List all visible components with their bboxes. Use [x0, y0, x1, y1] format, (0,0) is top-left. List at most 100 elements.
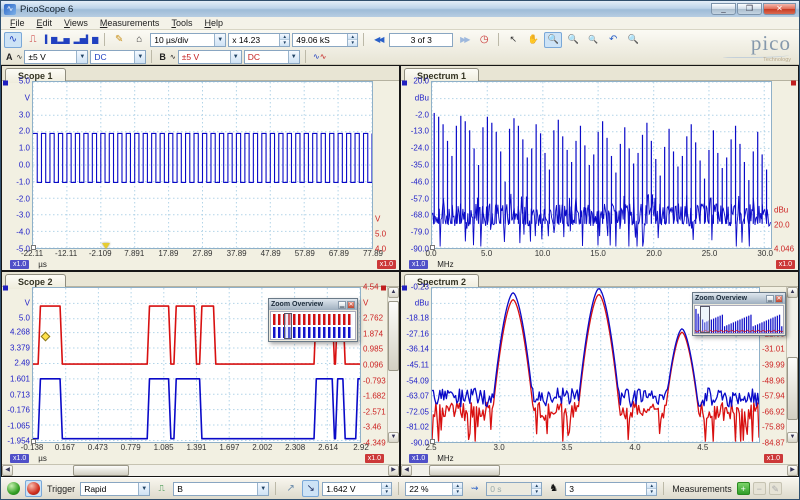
post-trigger-button[interactable]: ⇝: [466, 480, 483, 497]
home-button[interactable]: ⌂: [130, 32, 148, 48]
spinner-arrows[interactable]: ▲▼: [279, 34, 289, 46]
xy-view-button[interactable]: ▂▅▍▆: [73, 32, 100, 48]
trigger-level-spinner[interactable]: 1.642 V ▲▼: [322, 482, 392, 496]
scroll-left-icon[interactable]: ◀: [2, 465, 13, 476]
scrollbar-thumb[interactable]: [787, 357, 798, 419]
zoom-full-button[interactable]: 🔍: [624, 32, 642, 48]
next-buffer-button[interactable]: ▶▶: [455, 32, 473, 48]
scope1-right-axis[interactable]: V5.04.0: [373, 81, 399, 249]
zoom-in-tool-button[interactable]: 🔍: [544, 32, 562, 48]
trigger-source-select[interactable]: B ▼: [173, 482, 269, 496]
start-button[interactable]: [5, 480, 22, 497]
undo-zoom-button[interactable]: ↶: [604, 32, 622, 48]
delay-spinner[interactable]: 0 s ▲▼: [486, 482, 542, 496]
spectrum2-vertical-scrollbar[interactable]: ▲ ▼: [786, 287, 798, 443]
scrollbar-thumb[interactable]: [388, 301, 399, 371]
scroll-right-icon[interactable]: ▶: [787, 465, 798, 476]
stop-button[interactable]: [25, 480, 42, 497]
scope2-vertical-scrollbar[interactable]: ▲ ▼: [387, 287, 399, 443]
maximize-button[interactable]: ❐: [737, 3, 762, 15]
axis-handle[interactable]: [430, 245, 435, 250]
scope1-plot[interactable]: [32, 81, 373, 249]
scrollbar-thumb[interactable]: [429, 465, 500, 476]
rising-edge-button[interactable]: ↗: [282, 480, 299, 497]
zoom-overview-window[interactable]: Zoom Overview ▁ ✕: [268, 298, 358, 342]
spectrum-view-button[interactable]: ▍▆▂▅: [44, 32, 71, 48]
rapid-capture-button[interactable]: ♞: [545, 480, 562, 497]
spectrum2-horizontal-scrollbar[interactable]: ◀ ▶: [401, 464, 798, 476]
zoom-overview-body[interactable]: [270, 311, 356, 340]
spinner-arrows[interactable]: ▲▼: [347, 34, 357, 46]
zoom-selection[interactable]: [284, 313, 292, 339]
pre-trigger-spinner[interactable]: 22 % ▲▼: [405, 482, 463, 496]
scrollbar-thumb[interactable]: [73, 465, 129, 476]
spectrum1-right-axis[interactable]: dBu20.04.046: [772, 81, 798, 249]
edit-measurement-button[interactable]: −: [753, 482, 766, 495]
scroll-down-icon[interactable]: ▼: [388, 432, 399, 443]
falling-edge-button[interactable]: ↘: [302, 480, 319, 497]
zoom-selection[interactable]: [700, 306, 710, 333]
spinner-arrows[interactable]: ▲▼: [646, 483, 656, 495]
scroll-left-icon[interactable]: ◀: [401, 465, 412, 476]
buffer-position-field[interactable]: 3 of 3: [389, 33, 453, 47]
toolbar-area: ∿ ⎍ ▍▆▂▅ ▂▅▍▆ ✎ ⌂ 10 µs/div ▼ x 14.23 ▲▼…: [1, 30, 799, 65]
rapid-count-spinner[interactable]: 3 ▲▼: [565, 482, 657, 496]
awg-button[interactable]: ∿∿: [311, 50, 329, 63]
add-measurement-button[interactable]: +: [737, 482, 750, 495]
marquee-zoom-button[interactable]: 🔍: [584, 32, 602, 48]
axis-handle[interactable]: [31, 439, 36, 444]
spectrum1-left-axis[interactable]: 20.0dBu-2.0-13.0-24.0-35.0-46.0-57.0-68.…: [401, 81, 431, 249]
menu-measurements[interactable]: Measurements: [95, 18, 165, 28]
spectrum2-left-axis[interactable]: -0.23dBu-18.18-27.16-36.14-45.11-54.09-6…: [401, 287, 431, 443]
scope2-right-axis[interactable]: 4.54V2.7621.8740.9850.096-0.793-1.682-2.…: [361, 287, 387, 443]
channel-b-range-select[interactable]: ±5 V ▼: [178, 50, 242, 64]
scroll-right-icon[interactable]: ▶: [388, 465, 399, 476]
spinner-arrows[interactable]: ▲▼: [452, 483, 462, 495]
trigger-mode-select[interactable]: Rapid ▼: [80, 482, 150, 496]
spectrum1-plot[interactable]: [431, 81, 772, 249]
channel-a-coupling-select[interactable]: DC ▼: [90, 50, 146, 64]
scope2-horizontal-scrollbar[interactable]: ◀ ▶: [2, 464, 399, 476]
menu-edit[interactable]: Edit: [32, 18, 58, 28]
close-icon[interactable]: ✕: [347, 301, 355, 309]
zoom-overview-titlebar[interactable]: Zoom Overview ▁ ✕: [693, 293, 785, 304]
persistence-view-button[interactable]: ⎍: [24, 32, 42, 48]
pointer-tool-button[interactable]: ↖: [504, 32, 522, 48]
channel-a-range-select[interactable]: ±5 V ▼: [24, 50, 88, 64]
minimize-button[interactable]: _: [711, 3, 736, 15]
menu-tools[interactable]: Tools: [166, 18, 197, 28]
spinner-arrows[interactable]: ▲▼: [381, 483, 391, 495]
scope2-x-axis: -0.1380.1670.4730.7791.0851.3911.6972.00…: [32, 443, 361, 453]
scope1-left-axis[interactable]: 5.0V3.02.01.00.0-1.0-2.0-3.0-4.0-5.0: [2, 81, 32, 249]
scroll-up-icon[interactable]: ▲: [787, 287, 798, 298]
close-button[interactable]: ✕: [763, 3, 796, 15]
zoom-out-tool-button[interactable]: 🔍: [564, 32, 582, 48]
minimize-icon[interactable]: ▁: [766, 295, 774, 303]
axis-handle[interactable]: [31, 245, 36, 250]
scope-view-button[interactable]: ∿: [4, 32, 22, 48]
channel-b-coupling-select[interactable]: DC ▼: [244, 50, 300, 64]
menu-file[interactable]: File: [5, 18, 30, 28]
buffer-navigator-button[interactable]: ◷: [475, 32, 493, 48]
scope2-left-axis[interactable]: V5.04.2683.3792.491.6010.713-0.176-1.065…: [2, 287, 32, 443]
zoom-overview-body[interactable]: [694, 305, 784, 334]
spinner-arrows[interactable]: ▲▼: [531, 483, 541, 495]
advanced-trigger-button[interactable]: ⎍: [153, 480, 170, 497]
scroll-down-icon[interactable]: ▼: [787, 432, 798, 443]
prev-buffer-button[interactable]: ◀◀: [369, 32, 387, 48]
menu-help[interactable]: Help: [199, 18, 228, 28]
timebase-select[interactable]: 10 µs/div ▼: [150, 33, 226, 47]
hand-tool-button[interactable]: ✋: [524, 32, 542, 48]
close-icon[interactable]: ✕: [775, 295, 783, 303]
delete-measurement-button[interactable]: ✎: [769, 482, 782, 495]
scroll-up-icon[interactable]: ▲: [388, 287, 399, 298]
axis-handle[interactable]: [430, 439, 435, 444]
trigger-marker[interactable]: [102, 243, 110, 249]
samples-spinner[interactable]: 49.06 kS ▲▼: [292, 33, 358, 47]
minimize-icon[interactable]: ▁: [338, 301, 346, 309]
properties-button[interactable]: ✎: [110, 32, 128, 48]
zoom-factor-spinner[interactable]: x 14.23 ▲▼: [228, 33, 290, 47]
zoom-overview-titlebar[interactable]: Zoom Overview ▁ ✕: [269, 299, 357, 310]
menu-views[interactable]: Views: [59, 18, 93, 28]
zoom-overview-window[interactable]: Zoom Overview ▁ ✕: [692, 292, 786, 336]
